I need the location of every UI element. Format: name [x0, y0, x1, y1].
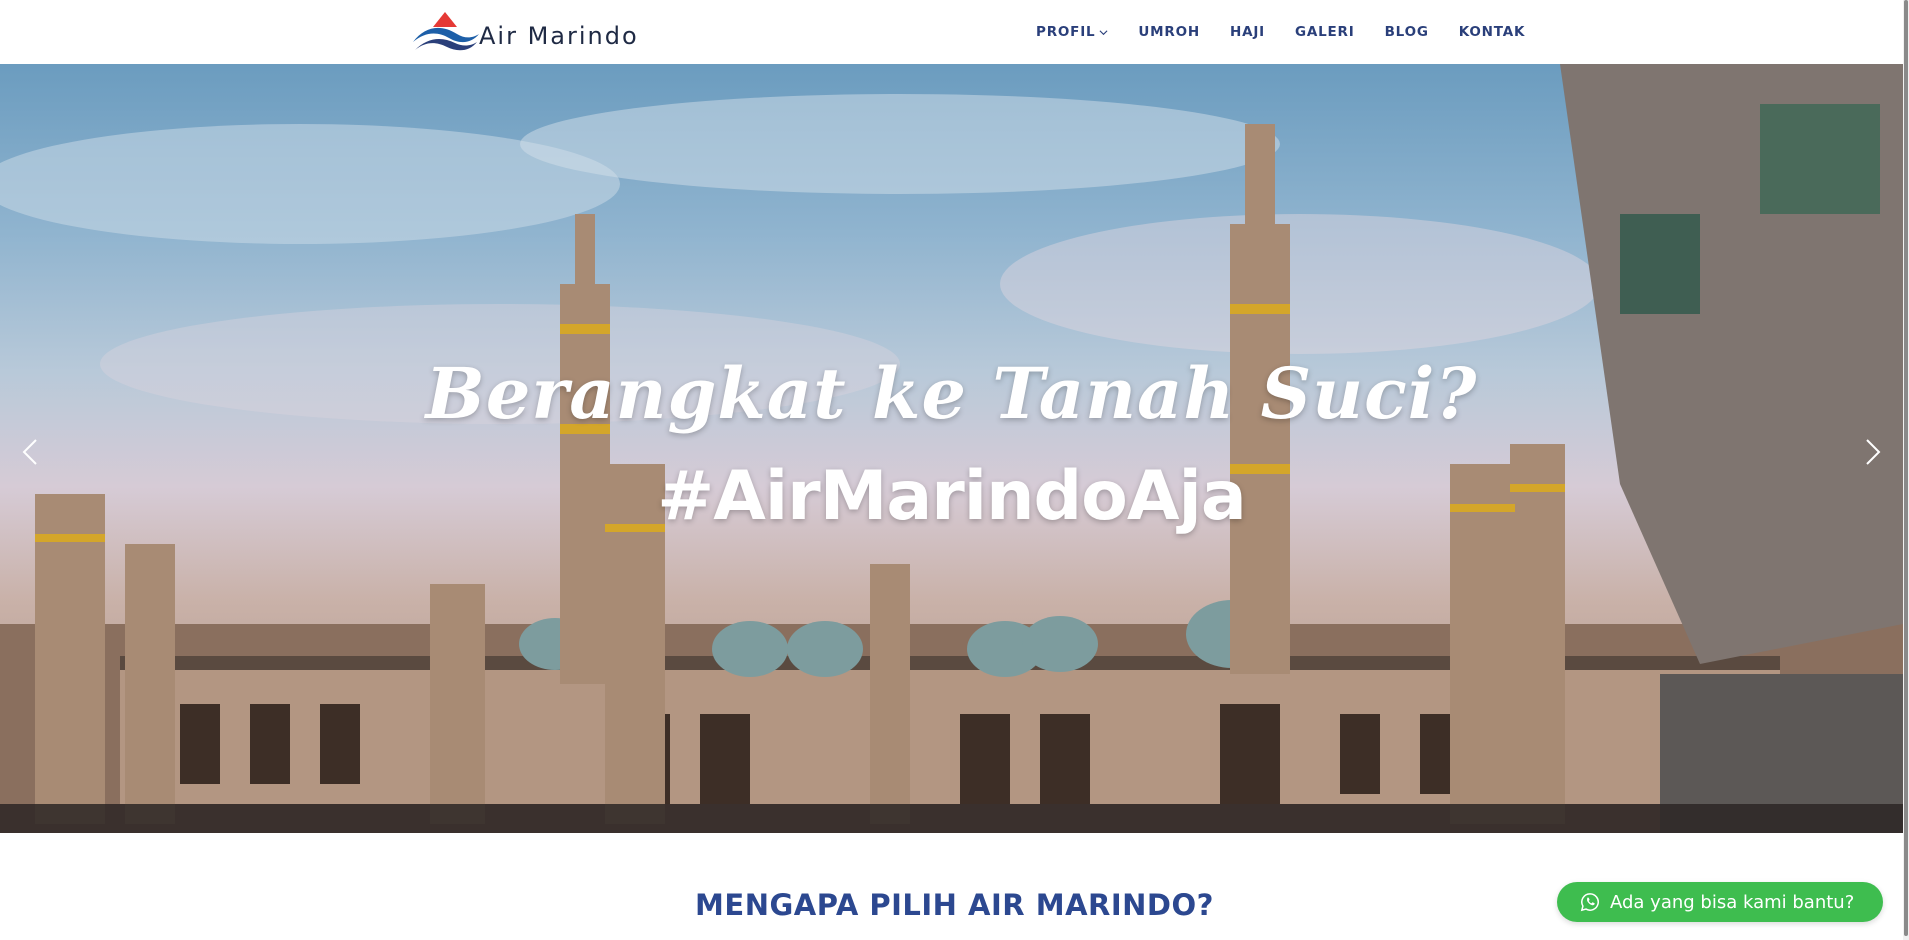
page-scrollbar[interactable] — [1903, 0, 1909, 940]
nav-item-galeri[interactable]: GALERI — [1295, 24, 1355, 40]
whatsapp-label: Ada yang bisa kami bantu? — [1610, 891, 1855, 913]
brand-logo[interactable]: Air Marindo — [411, 10, 639, 54]
chevron-right-icon[interactable] — [1861, 432, 1885, 472]
nav-label: BLOG — [1384, 24, 1429, 40]
nav-item-umroh[interactable]: UMROH — [1138, 24, 1200, 40]
whatsapp-icon — [1580, 893, 1599, 912]
chevron-left-icon[interactable] — [18, 432, 42, 472]
brand-name: Air Marindo — [479, 22, 639, 50]
nav-item-blog[interactable]: BLOG — [1385, 24, 1429, 40]
main-nav: PROFIL UMROH HAJI GALERI BLOG KONTAK — [1036, 0, 1525, 64]
nav-item-haji[interactable]: HAJI — [1230, 24, 1265, 40]
nav-label: PROFIL — [1036, 24, 1096, 40]
nav-label: KONTAK — [1458, 24, 1526, 40]
nav-label: UMROH — [1138, 24, 1200, 40]
mosque-background-image — [0, 64, 1903, 833]
nav-label: HAJI — [1230, 24, 1265, 40]
whatsapp-chat-button[interactable]: Ada yang bisa kami bantu? — [1557, 882, 1883, 922]
scrollbar-thumb[interactable] — [1904, 0, 1908, 936]
logo-waves-icon — [413, 12, 479, 51]
hero-tagline: #AirMarindoAja — [657, 457, 1246, 536]
chevron-down-icon — [1099, 29, 1108, 35]
hero-slider: Berangkat ke Tanah Suci? #AirMarindoAja — [0, 64, 1903, 833]
nav-label: GALERI — [1295, 24, 1355, 40]
nav-item-profil[interactable]: PROFIL — [1036, 24, 1108, 40]
hero-title: Berangkat ke Tanah Suci? — [425, 352, 1478, 435]
site-header: Air Marindo PROFIL UMROH HAJI GALERI BLO… — [0, 0, 1903, 64]
nav-item-kontak[interactable]: KONTAK — [1459, 24, 1526, 40]
